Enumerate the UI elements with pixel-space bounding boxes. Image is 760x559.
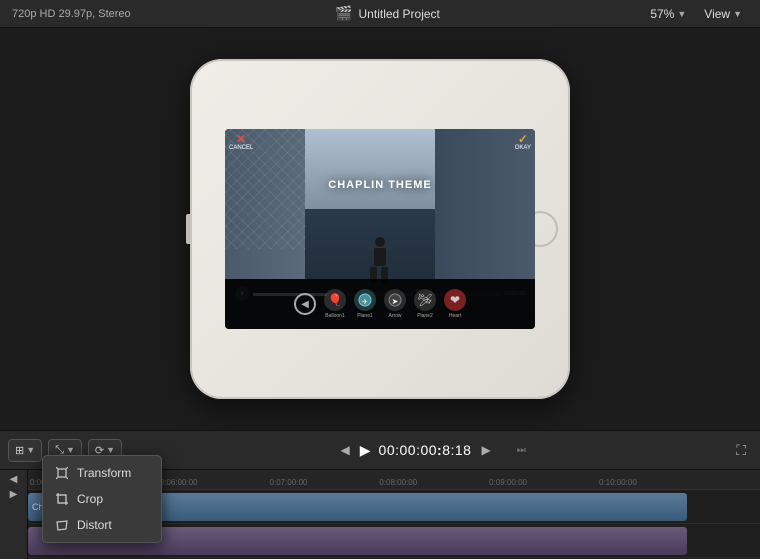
top-bar: 720p HD 29.97p, Stereo 🎬 Untitled Projec… — [0, 0, 760, 28]
zoom-control[interactable]: 57% ▼ — [644, 5, 692, 23]
project-title-area: 🎬 Untitled Project — [335, 5, 440, 22]
nav-left-button[interactable]: ◀ — [339, 441, 352, 459]
back-arrow-icon: ◀ — [301, 299, 309, 310]
transform-icon — [55, 466, 69, 480]
crop-label: Crop — [77, 492, 103, 506]
sticker-back-button[interactable]: ◀ — [294, 293, 316, 315]
zoom-value: 57% — [650, 7, 674, 21]
toolbar-center: ◀ ▶ 00:00:00:8:18 ▶ ⏭ — [122, 441, 730, 459]
zoom-chevron-icon: ▼ — [677, 9, 686, 19]
ruler-mark-3: 0:08:00:00 — [379, 478, 417, 487]
phone-mockup: ✕ CANCEL ✓ OKAY CHAPLIN THEME ⏸ — [190, 59, 570, 399]
crop-icon — [55, 492, 69, 506]
plane1-icon: ✈ — [354, 289, 376, 311]
nav-right-button[interactable]: ▶ — [479, 441, 492, 459]
timecode-display: 00:00:00:8:18 — [379, 442, 472, 458]
toolbar-right: ⛶ — [730, 438, 752, 463]
view-button[interactable]: View ▼ — [698, 5, 748, 23]
screen-content: ✕ CANCEL ✓ OKAY CHAPLIN THEME ⏸ — [225, 129, 535, 329]
balloon1-icon: 🎈 — [324, 289, 346, 311]
phone-screen: ✕ CANCEL ✓ OKAY CHAPLIN THEME ⏸ — [225, 129, 535, 329]
fullscreen-button[interactable]: ⛶ — [730, 438, 752, 463]
project-title: Untitled Project — [359, 7, 440, 21]
arrow-icon: ➤ — [384, 289, 406, 311]
tl-nav-right-icon[interactable]: ▶ — [10, 489, 18, 500]
figure-head — [375, 237, 385, 247]
dropdown-item-transform[interactable]: Transform — [43, 460, 161, 486]
figure-body — [374, 248, 386, 266]
phone-body: ✕ CANCEL ✓ OKAY CHAPLIN THEME ⏸ — [190, 59, 570, 399]
video-title: CHAPLIN THEME — [328, 179, 431, 191]
ruler-mark-5: 0:10:00:00 — [599, 478, 637, 487]
dropdown-item-crop[interactable]: Crop — [43, 486, 161, 512]
ruler-mark-4: 0:09:00:00 — [489, 478, 527, 487]
okay-check-icon: ✓ — [518, 133, 528, 145]
svg-text:✈: ✈ — [362, 299, 368, 306]
transform-dropdown-menu: Transform Crop Distort — [42, 455, 162, 543]
okay-label: OKAY — [515, 145, 531, 151]
okay-button[interactable]: ✓ OKAY — [515, 133, 531, 151]
cancel-button[interactable]: ✕ CANCEL — [229, 133, 253, 151]
balloon1-label: Balloon1 — [325, 313, 344, 319]
sticker-row: ◀ 🎈 Balloon1 ✈ Plane1 — [225, 279, 535, 329]
plane1-label: Plane1 — [357, 313, 373, 319]
view-chevron-icon: ▼ — [733, 9, 742, 19]
ruler-mark-1: 0:06:00:00 — [160, 478, 198, 487]
preview-area: ✕ CANCEL ✓ OKAY CHAPLIN THEME ⏸ — [0, 28, 760, 430]
building-right — [435, 129, 535, 289]
phone-side-button — [186, 214, 190, 244]
heart-icon: ❤ — [444, 289, 466, 311]
sticker-balloon1[interactable]: 🎈 Balloon1 — [324, 289, 346, 319]
svg-text:➤: ➤ — [392, 297, 399, 306]
view-label: View — [704, 7, 730, 21]
sticker-arrow[interactable]: ➤ Arrow — [384, 289, 406, 319]
resolution-label: 720p HD 29.97p, Stereo — [12, 8, 131, 20]
play-button[interactable]: ▶ — [360, 442, 371, 459]
timecode-left: 00:00:00 — [379, 442, 438, 458]
building-left — [225, 129, 305, 289]
clip-icon: ⊞ — [15, 444, 24, 457]
ruler-mark-2: 0:07:00:00 — [270, 478, 308, 487]
clip-chevron-icon: ▼ — [26, 445, 35, 455]
clip-tools-group: ⊞ ▼ — [8, 439, 42, 462]
film-icon: 🎬 — [335, 5, 352, 22]
timecode-right: 8:18 — [442, 442, 471, 458]
plane2-icon: 🛩 — [414, 289, 436, 311]
cancel-label: CANCEL — [229, 145, 253, 151]
skip-button[interactable]: ⏭ — [517, 445, 526, 456]
sticker-heart[interactable]: ❤ Heart — [444, 289, 466, 319]
speed-chevron-icon: ▼ — [106, 445, 115, 455]
plane2-label: Plane2 — [417, 313, 433, 319]
distort-label: Distort — [77, 518, 112, 532]
clip-appearance-button[interactable]: ⊞ ▼ — [9, 440, 41, 461]
sticker-plane2[interactable]: 🛩 Plane2 — [414, 289, 436, 319]
distort-icon — [55, 518, 69, 532]
dropdown-item-distort[interactable]: Distort — [43, 512, 161, 538]
tl-nav-left-icon[interactable]: ◀ — [10, 474, 18, 485]
arrow-label: Arrow — [388, 313, 401, 319]
cancel-x-icon: ✕ — [236, 133, 246, 145]
sticker-plane1[interactable]: ✈ Plane1 — [354, 289, 376, 319]
transform-chevron-icon: ▼ — [66, 445, 75, 455]
top-bar-right: 57% ▼ View ▼ — [644, 5, 748, 23]
transform-label: Transform — [77, 466, 131, 480]
heart-label: Heart — [449, 313, 461, 319]
timeline-left-panel: ◀ ▶ — [0, 470, 28, 559]
